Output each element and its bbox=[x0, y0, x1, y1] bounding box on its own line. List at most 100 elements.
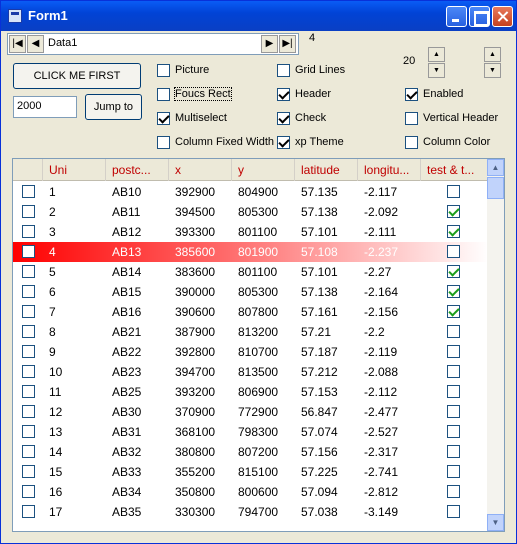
cell-uni[interactable]: 5 bbox=[43, 262, 106, 282]
cell-y[interactable]: 801100 bbox=[232, 222, 295, 242]
row-checkbox[interactable] bbox=[22, 505, 35, 518]
test-checkbox[interactable] bbox=[447, 505, 460, 518]
cell-uni[interactable]: 10 bbox=[43, 362, 106, 382]
cell-longitude[interactable]: -2.117 bbox=[358, 182, 421, 202]
cell-latitude[interactable]: 57.212 bbox=[295, 362, 358, 382]
checkbox-box[interactable] bbox=[405, 112, 418, 125]
row-checkbox[interactable] bbox=[22, 185, 35, 198]
column-header-y[interactable]: y bbox=[232, 159, 295, 181]
cell-longitude[interactable]: -2.092 bbox=[358, 202, 421, 222]
cell-postcode[interactable]: AB10 bbox=[106, 182, 169, 202]
column-header-x[interactable]: x bbox=[169, 159, 232, 181]
table-row[interactable]: 12 AB30 370900 772900 56.847 -2.477 bbox=[13, 402, 489, 422]
cell-uni[interactable]: 2 bbox=[43, 202, 106, 222]
test-checkbox[interactable] bbox=[447, 265, 460, 278]
cell-uni[interactable]: 4 bbox=[43, 242, 106, 262]
checkbox-box[interactable] bbox=[405, 136, 418, 149]
row-checkbox[interactable] bbox=[22, 365, 35, 378]
cell-y[interactable]: 807200 bbox=[232, 442, 295, 462]
test-checkbox[interactable] bbox=[447, 285, 460, 298]
row-checkbox[interactable] bbox=[22, 305, 35, 318]
cell-uni[interactable]: 1 bbox=[43, 182, 106, 202]
test-checkbox[interactable] bbox=[447, 245, 460, 258]
cell-uni[interactable]: 7 bbox=[43, 302, 106, 322]
cell-x[interactable]: 368100 bbox=[169, 422, 232, 442]
cell-x[interactable]: 387900 bbox=[169, 322, 232, 342]
secondary-spinner[interactable]: ▲ ▼ bbox=[484, 47, 501, 79]
cell-postcode[interactable]: AB32 bbox=[106, 442, 169, 462]
cell-y[interactable]: 798300 bbox=[232, 422, 295, 442]
cell-uni[interactable]: 8 bbox=[43, 322, 106, 342]
cell-longitude[interactable]: -2.527 bbox=[358, 422, 421, 442]
test-checkbox[interactable] bbox=[447, 225, 460, 238]
table-row[interactable]: 5 AB14 383600 801100 57.101 -2.27 bbox=[13, 262, 489, 282]
cell-x[interactable]: 393200 bbox=[169, 382, 232, 402]
test-checkbox[interactable] bbox=[447, 305, 460, 318]
cell-latitude[interactable]: 57.108 bbox=[295, 242, 358, 262]
table-row[interactable]: 13 AB31 368100 798300 57.074 -2.527 bbox=[13, 422, 489, 442]
cell-postcode[interactable]: AB22 bbox=[106, 342, 169, 362]
cell-latitude[interactable]: 57.187 bbox=[295, 342, 358, 362]
close-button[interactable] bbox=[492, 6, 513, 27]
click-me-first-button[interactable]: CLICK ME FIRST bbox=[13, 63, 141, 89]
cell-y[interactable]: 772900 bbox=[232, 402, 295, 422]
checkbox-box[interactable] bbox=[157, 112, 170, 125]
table-row[interactable]: 1 AB10 392900 804900 57.135 -2.117 bbox=[13, 182, 489, 202]
cell-uni[interactable]: 15 bbox=[43, 462, 106, 482]
cell-y[interactable]: 810700 bbox=[232, 342, 295, 362]
cell-x[interactable]: 394700 bbox=[169, 362, 232, 382]
cell-longitude[interactable]: -2.741 bbox=[358, 462, 421, 482]
cell-latitude[interactable]: 56.847 bbox=[295, 402, 358, 422]
cell-x[interactable]: 385600 bbox=[169, 242, 232, 262]
cell-postcode[interactable]: AB25 bbox=[106, 382, 169, 402]
cell-postcode[interactable]: AB23 bbox=[106, 362, 169, 382]
minimize-button[interactable] bbox=[446, 6, 467, 27]
checkbox-box[interactable] bbox=[157, 88, 170, 101]
cell-longitude[interactable]: -2.812 bbox=[358, 482, 421, 502]
cell-latitude[interactable]: 57.161 bbox=[295, 302, 358, 322]
cell-y[interactable]: 806900 bbox=[232, 382, 295, 402]
cell-y[interactable]: 805300 bbox=[232, 282, 295, 302]
test-checkbox[interactable] bbox=[447, 185, 460, 198]
cell-postcode[interactable]: AB35 bbox=[106, 502, 169, 522]
table-row[interactable]: 11 AB25 393200 806900 57.153 -2.112 bbox=[13, 382, 489, 402]
column-header-test[interactable]: test & t... bbox=[421, 159, 489, 181]
cell-x[interactable]: 392900 bbox=[169, 182, 232, 202]
column-header-uni[interactable]: Uni bbox=[43, 159, 106, 181]
row-checkbox[interactable] bbox=[22, 345, 35, 358]
checkbox-box[interactable] bbox=[405, 88, 418, 101]
cell-x[interactable]: 390000 bbox=[169, 282, 232, 302]
cell-longitude[interactable]: -2.2 bbox=[358, 322, 421, 342]
test-checkbox[interactable] bbox=[447, 445, 460, 458]
row-checkbox[interactable] bbox=[22, 445, 35, 458]
cell-y[interactable]: 794700 bbox=[232, 502, 295, 522]
cell-latitude[interactable]: 57.135 bbox=[295, 182, 358, 202]
cell-longitude[interactable]: -2.112 bbox=[358, 382, 421, 402]
test-checkbox[interactable] bbox=[447, 325, 460, 338]
cell-uni[interactable]: 9 bbox=[43, 342, 106, 362]
cell-postcode[interactable]: AB12 bbox=[106, 222, 169, 242]
cell-longitude[interactable]: -2.237 bbox=[358, 242, 421, 262]
scroll-down-button[interactable]: ▼ bbox=[487, 514, 504, 531]
cell-y[interactable]: 800600 bbox=[232, 482, 295, 502]
cell-postcode[interactable]: AB14 bbox=[106, 262, 169, 282]
spin-up-button[interactable]: ▲ bbox=[484, 47, 501, 62]
test-checkbox[interactable] bbox=[447, 485, 460, 498]
cell-x[interactable]: 392800 bbox=[169, 342, 232, 362]
cell-x[interactable]: 330300 bbox=[169, 502, 232, 522]
value-spinner[interactable]: ▲ ▼ bbox=[428, 47, 445, 79]
cell-uni[interactable]: 13 bbox=[43, 422, 106, 442]
cell-postcode[interactable]: AB13 bbox=[106, 242, 169, 262]
jump-value-input[interactable]: 2000 bbox=[13, 96, 77, 118]
scroll-thumb[interactable] bbox=[487, 177, 504, 199]
cell-postcode[interactable]: AB21 bbox=[106, 322, 169, 342]
cell-latitude[interactable]: 57.038 bbox=[295, 502, 358, 522]
cell-x[interactable]: 380800 bbox=[169, 442, 232, 462]
row-checkbox[interactable] bbox=[22, 225, 35, 238]
checkbox-box[interactable] bbox=[157, 64, 170, 77]
cell-latitude[interactable]: 57.21 bbox=[295, 322, 358, 342]
cell-x[interactable]: 355200 bbox=[169, 462, 232, 482]
scroll-up-button[interactable]: ▲ bbox=[487, 159, 504, 176]
jump-to-button[interactable]: Jump to bbox=[85, 94, 142, 120]
cell-longitude[interactable]: -2.156 bbox=[358, 302, 421, 322]
